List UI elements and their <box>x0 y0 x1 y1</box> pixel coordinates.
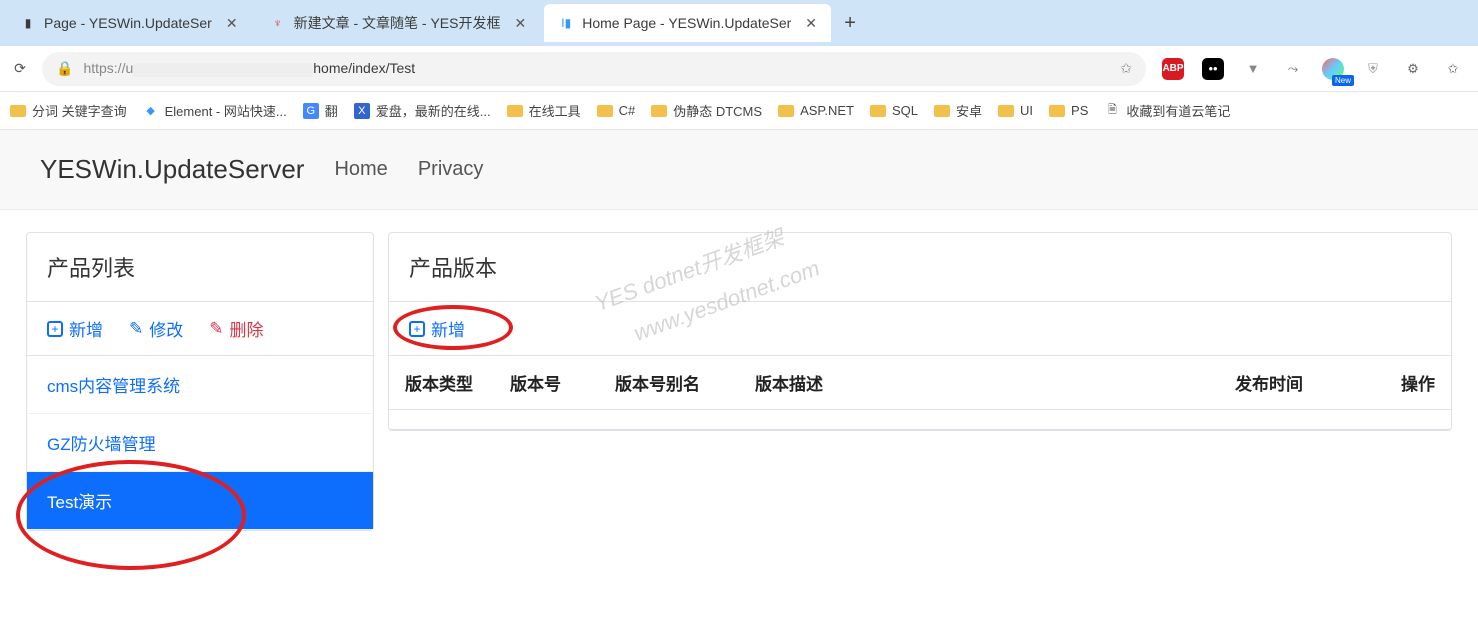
favicon-icon: ♆ <box>270 15 286 31</box>
bookmark-item[interactable]: 在线工具 <box>507 101 581 120</box>
browser-tab[interactable]: ▮ Page - YESWin.UpdateSer ✕ <box>6 4 252 42</box>
bookmark-item[interactable]: 🗎收藏到有道云笔记 <box>1104 101 1230 120</box>
tab-title: 新建文章 - 文章随笔 - YES开发框 <box>294 13 501 33</box>
document-icon: 🗎 <box>1104 103 1120 119</box>
versions-table-header: 版本类型 版本号 版本号别名 版本描述 发布时间 操作 <box>389 356 1451 410</box>
bookmark-item[interactable]: ASP.NET <box>778 103 854 118</box>
extensions: ABP •• ▼ ⤳ New ⛨ ⚙ ✩ <box>1156 58 1470 80</box>
url-input[interactable]: 🔒 https://uhome/index/Test ✩ <box>42 52 1146 86</box>
bookmark-item[interactable]: UI <box>998 103 1033 118</box>
edit-product-button[interactable]: 修改 <box>129 316 183 341</box>
folder-icon <box>507 105 523 117</box>
shield-icon[interactable]: ⛨ <box>1362 58 1384 80</box>
bookmark-item[interactable]: C# <box>597 103 636 118</box>
favicon-icon: ◆ <box>143 103 159 119</box>
products-panel: 产品列表 +新增 修改 删除 cms内容管理系统 GZ防火墙管理 Test演示 <box>26 232 374 531</box>
folder-icon <box>10 105 26 117</box>
brand-title[interactable]: YESWin.UpdateServer <box>40 154 304 185</box>
folder-icon <box>651 105 667 117</box>
extension-icon[interactable]: •• <box>1202 58 1224 80</box>
bookmark-item[interactable]: SQL <box>870 103 918 118</box>
table-empty-row <box>389 410 1451 430</box>
folder-icon <box>778 105 794 117</box>
favicon-icon: G <box>303 103 319 119</box>
bookmark-item[interactable]: 安卓 <box>934 101 982 120</box>
col-version-type: 版本类型 <box>405 370 490 395</box>
folder-icon <box>870 105 886 117</box>
edit-icon <box>129 319 143 339</box>
col-version-no: 版本号 <box>510 370 595 395</box>
plus-icon: + <box>409 321 425 337</box>
col-version-desc: 版本描述 <box>755 370 1215 395</box>
bookmark-item[interactable]: X爱盘，最新的在线... <box>354 101 491 120</box>
products-actions: +新增 修改 删除 <box>27 302 373 356</box>
extension-icon[interactable]: ▼ <box>1242 58 1264 80</box>
col-version-alias: 版本号别名 <box>615 370 735 395</box>
favicon-icon: I▮ <box>558 15 574 31</box>
delete-icon <box>209 319 223 339</box>
close-icon[interactable]: ✕ <box>805 15 817 32</box>
address-bar: ⟳ 🔒 https://uhome/index/Test ✩ ABP •• ▼ … <box>0 46 1478 92</box>
bookmark-item[interactable]: PS <box>1049 103 1088 118</box>
close-icon[interactable]: ✕ <box>514 15 526 32</box>
bookmark-item[interactable]: G翻 <box>303 101 338 120</box>
bookmarks-bar: 分词 关键字查询 ◆Element - 网站快速... G翻 X爱盘，最新的在线… <box>0 92 1478 130</box>
folder-icon <box>998 105 1014 117</box>
nav-privacy[interactable]: Privacy <box>418 158 484 181</box>
extensions-menu-icon[interactable]: ⚙ <box>1402 58 1424 80</box>
browser-tab[interactable]: ♆ 新建文章 - 文章随笔 - YES开发框 ✕ <box>256 4 541 42</box>
page-navbar: YESWin.UpdateServer Home Privacy <box>0 130 1478 210</box>
add-version-button[interactable]: +新增 <box>409 316 465 341</box>
url-text: https://uhome/index/Test <box>83 60 1110 76</box>
col-actions: 操作 <box>1375 370 1435 395</box>
versions-actions: +新增 <box>389 302 1451 356</box>
folder-icon <box>934 105 950 117</box>
extension-icon[interactable]: New <box>1322 58 1344 80</box>
bookmark-item[interactable]: 伪静态 DTCMS <box>651 101 762 120</box>
browser-tab-active[interactable]: I▮ Home Page - YESWin.UpdateSer ✕ <box>544 4 831 42</box>
favicon-icon: ▮ <box>20 15 36 31</box>
folder-icon <box>1049 105 1065 117</box>
close-icon[interactable]: ✕ <box>226 15 238 32</box>
versions-title: 产品版本 <box>389 233 1451 302</box>
favicon-icon: X <box>354 103 370 119</box>
nav-home[interactable]: Home <box>334 158 387 181</box>
bookmark-item[interactable]: 分词 关键字查询 <box>10 101 127 120</box>
favorites-bar-icon[interactable]: ✩ <box>1442 58 1464 80</box>
refresh-button[interactable]: ⟳ <box>8 57 32 81</box>
delete-product-button[interactable]: 删除 <box>209 316 263 341</box>
product-item[interactable]: GZ防火墙管理 <box>27 414 373 472</box>
product-item-selected[interactable]: Test演示 <box>27 472 373 530</box>
product-item[interactable]: cms内容管理系统 <box>27 356 373 414</box>
col-publish-time: 发布时间 <box>1235 370 1355 395</box>
add-product-button[interactable]: +新增 <box>47 316 103 341</box>
plus-icon: + <box>47 321 63 337</box>
lock-icon: 🔒 <box>56 60 73 77</box>
new-tab-button[interactable]: + <box>835 8 865 38</box>
favorites-icon[interactable]: ✩ <box>1120 60 1132 77</box>
extension-icon[interactable]: ⤳ <box>1282 58 1304 80</box>
folder-icon <box>597 105 613 117</box>
versions-panel: 产品版本 +新增 版本类型 版本号 版本号别名 版本描述 发布时间 操作 YES… <box>388 232 1452 431</box>
products-title: 产品列表 <box>27 233 373 302</box>
adblock-icon[interactable]: ABP <box>1162 58 1184 80</box>
tab-title: Home Page - YESWin.UpdateSer <box>582 15 791 31</box>
page-content: 产品列表 +新增 修改 删除 cms内容管理系统 GZ防火墙管理 Test演示 … <box>0 210 1478 553</box>
tab-title: Page - YESWin.UpdateSer <box>44 15 212 31</box>
browser-tabs-bar: ▮ Page - YESWin.UpdateSer ✕ ♆ 新建文章 - 文章随… <box>0 0 1478 46</box>
bookmark-item[interactable]: ◆Element - 网站快速... <box>143 101 287 120</box>
